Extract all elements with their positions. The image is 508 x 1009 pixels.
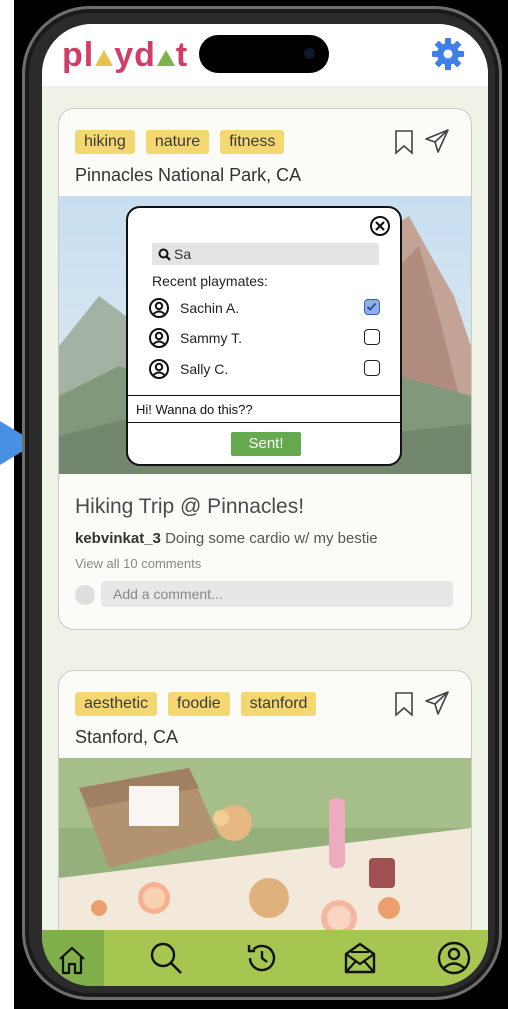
playmate-checkbox[interactable] <box>364 299 380 315</box>
playmate-name: Sally C. <box>180 361 229 377</box>
tag[interactable]: foodie <box>168 692 230 716</box>
share-modal: Sa Recent playmates: Sachin A. Sammy T. … <box>126 206 402 466</box>
dynamic-island <box>199 35 329 73</box>
app-screen: pl yd t hiking nature fitness Pinnacles … <box>42 24 488 986</box>
post-caption: kebvinkat_3 Doing some cardio w/ my best… <box>75 530 378 547</box>
tag[interactable]: aesthetic <box>75 692 158 716</box>
tag[interactable]: fitness <box>220 130 285 154</box>
avatar <box>75 585 95 605</box>
app-logo: pl yd t <box>62 36 189 74</box>
bookmark-icon[interactable] <box>393 691 415 722</box>
recent-playmates-label: Recent playmates: <box>152 273 268 289</box>
playmate-search-input[interactable]: Sa <box>152 243 379 265</box>
playmate-checkbox[interactable] <box>364 360 380 376</box>
send-icon[interactable] <box>423 127 451 160</box>
caption-username[interactable]: kebvinkat_3 <box>75 530 161 547</box>
caption-text: Doing some cardio w/ my bestie <box>165 530 378 547</box>
playmate-name: Sammy T. <box>180 330 242 346</box>
profile-icon <box>149 328 169 348</box>
playmate-name: Sachin A. <box>180 300 240 316</box>
playmate-checkbox[interactable] <box>364 329 380 345</box>
sent-button[interactable]: Sent! <box>231 432 301 456</box>
home-icon[interactable] <box>54 942 90 978</box>
playmate-item[interactable]: Sally C. <box>148 358 380 382</box>
search-value: Sa <box>174 246 192 262</box>
playmate-item[interactable]: Sammy T. <box>148 327 380 351</box>
bookmark-icon[interactable] <box>393 129 415 160</box>
history-icon[interactable] <box>243 939 281 977</box>
top-bar: pl yd t <box>42 24 488 86</box>
profile-icon <box>149 298 169 318</box>
post-location: Stanford, CA <box>75 727 179 747</box>
close-icon[interactable] <box>369 215 391 242</box>
message-input[interactable]: Hi! Wanna do this?? <box>128 395 400 423</box>
tag-list: hiking nature fitness <box>75 130 285 154</box>
send-icon[interactable] <box>423 689 451 722</box>
inbox-icon[interactable] <box>341 939 379 977</box>
post-title: Hiking Trip @ Pinnacles! <box>75 495 305 518</box>
comment-input[interactable]: Add a comment... <box>101 581 453 607</box>
tag[interactable]: nature <box>145 130 210 154</box>
profile-icon[interactable] <box>435 939 473 977</box>
gear-icon[interactable] <box>430 36 466 72</box>
search-icon[interactable] <box>147 939 185 977</box>
tag[interactable]: hiking <box>75 130 135 154</box>
bottom-nav <box>42 930 488 986</box>
search-icon <box>158 248 171 261</box>
view-comments-link[interactable]: View all 10 comments <box>75 556 201 571</box>
post-location: Pinnacles National Park, CA <box>75 165 302 185</box>
tag-list: aesthetic foodie stanford <box>75 692 317 716</box>
profile-icon <box>149 359 169 379</box>
playmate-item[interactable]: Sachin A. <box>148 297 380 321</box>
tag[interactable]: stanford <box>240 692 317 716</box>
